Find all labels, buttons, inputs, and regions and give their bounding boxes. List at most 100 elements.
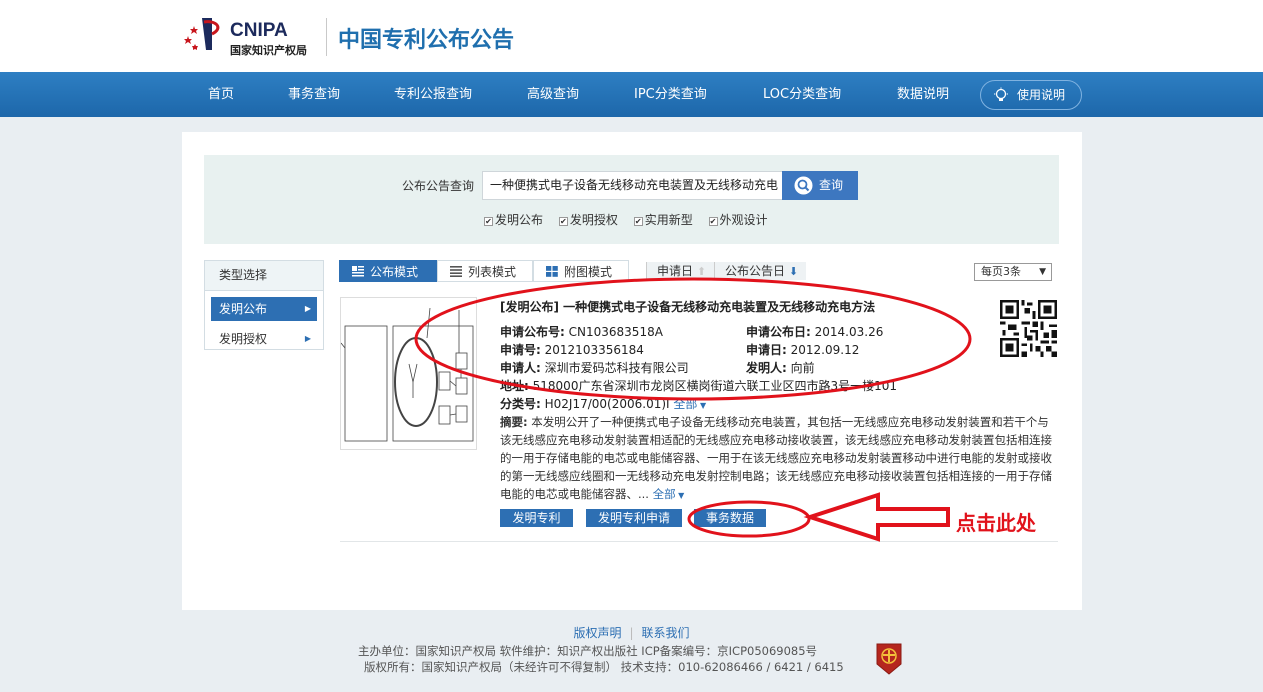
- per-page-select[interactable]: 每页3条 ▼: [974, 263, 1052, 281]
- header-divider: [326, 18, 327, 56]
- app-date-field: 申请日: 2012.09.12: [746, 341, 859, 358]
- pub-date-field: 申请公布日: 2014.03.26: [746, 323, 883, 340]
- checkbox-utility-model[interactable]: ✔ 实用新型: [633, 211, 693, 228]
- classification-value: H02J17/00(2006.01)I: [544, 397, 670, 411]
- qr-code-icon[interactable]: [1000, 300, 1057, 357]
- search-icon: [794, 176, 813, 195]
- sort-by-publication-date[interactable]: 公布公告日 ⬇: [714, 262, 807, 280]
- search-input[interactable]: 一种便携式电子设备无线移动充电装置及无线移动充电: [482, 171, 783, 200]
- list-icon: [450, 266, 462, 277]
- app-date-value: 2012.09.12: [790, 343, 860, 357]
- result-title[interactable]: [发明公布] 一种便携式电子设备无线移动充电装置及无线移动充电方法: [500, 298, 875, 315]
- tab-publication-mode[interactable]: 公布模式: [339, 260, 437, 282]
- arrow-up-icon: ⬆: [696, 265, 707, 278]
- help-label: 使用说明: [1017, 88, 1066, 102]
- nav-ipc-query[interactable]: IPC分类查询: [634, 72, 707, 117]
- field-label: 申请日:: [746, 343, 787, 357]
- more-label: 全部: [673, 397, 698, 411]
- nav-home[interactable]: 首页: [208, 72, 234, 117]
- patent-drawing-image: [340, 307, 474, 442]
- sort-by-application-date[interactable]: 申请日 ⬆: [646, 262, 715, 280]
- address-field: 地址: 518000广东省深圳市龙岗区横岗街道六联工业区四市路3号一楼101: [500, 377, 897, 394]
- field-label: 申请人:: [500, 361, 541, 375]
- field-label: 地址:: [500, 379, 529, 393]
- checkbox-invention-grant[interactable]: ✔ 发明授权: [558, 211, 618, 228]
- footer-link-separator: |: [629, 626, 634, 640]
- grid-icon: [546, 266, 558, 277]
- top-header: CNIPA 国家知识产权局 中国专利公布公告: [0, 0, 1263, 72]
- per-page-value: 每页3条: [981, 265, 1021, 278]
- help-button[interactable]: 使用说明: [980, 80, 1082, 110]
- result-divider: [340, 541, 1058, 542]
- field-label: 申请号:: [500, 343, 541, 357]
- invention-patent-button[interactable]: 发明专利: [500, 509, 573, 527]
- inventor-field: 发明人: 向前: [746, 359, 815, 376]
- more-label: 全部: [652, 487, 676, 501]
- tab-list-mode[interactable]: 列表模式: [437, 260, 533, 282]
- checkbox-label: 外观设计: [719, 213, 768, 227]
- checkbox-invention-publication[interactable]: ✔ 发明公布: [484, 211, 543, 228]
- nav-gazette-query[interactable]: 专利公报查询: [394, 72, 472, 117]
- patent-drawing-thumbnail[interactable]: [340, 297, 477, 450]
- dropdown-arrow-icon: ▼: [1039, 267, 1046, 277]
- tab-figure-mode[interactable]: 附图模式: [533, 260, 629, 282]
- government-site-badge-icon[interactable]: [874, 642, 904, 676]
- nav-data-description[interactable]: 数据说明: [897, 72, 949, 117]
- site-title[interactable]: 中国专利公布公告: [338, 22, 514, 54]
- sidebar-item-label: 发明授权: [219, 332, 268, 346]
- applicant-field: 申请人: 深圳市爱码芯科技有限公司: [500, 359, 689, 376]
- search-button[interactable]: 查询: [782, 171, 858, 200]
- checkbox-label: 发明授权: [569, 213, 618, 227]
- main-content: 公布公告查询 一种便携式电子设备无线移动充电装置及无线移动充电 查询 ✔ 发明公布…: [182, 132, 1082, 610]
- footer-link-copyright[interactable]: 版权声明: [573, 626, 621, 640]
- type-sidebar: 类型选择 发明公布 ▶ 发明授权 ▶: [204, 260, 324, 350]
- abstract-text: 本发明公开了一种便携式电子设备无线移动充电装置，其包括一无线感应充电移动发射装置…: [500, 415, 1052, 501]
- tab-label: 公布模式: [370, 265, 419, 279]
- footer-sponsor-line: 主办单位：国家知识产权局 软件维护：知识产权出版社 ICP备案编号：京ICP05…: [358, 644, 818, 658]
- pub-no-field: 申请公布号: CN103683518A: [500, 323, 663, 340]
- checkbox-label: 发明公布: [495, 213, 544, 227]
- tab-label: 附图模式: [564, 265, 613, 279]
- checkbox-checked-icon: ✔: [484, 217, 493, 226]
- affairs-data-button[interactable]: 事务数据: [694, 509, 766, 527]
- tab-label: 列表模式: [468, 265, 517, 279]
- caret-down-icon: ▼: [675, 491, 685, 500]
- lightbulb-icon: [994, 87, 1008, 101]
- search-panel: 公布公告查询 一种便携式电子设备无线移动充电装置及无线移动充电 查询 ✔ 发明公布…: [204, 155, 1059, 244]
- nav-loc-query[interactable]: LOC分类查询: [763, 72, 841, 117]
- sidebar-title: 类型选择: [205, 261, 323, 291]
- arrow-down-icon: ⬇: [788, 265, 799, 278]
- logo-cnipa-text: CNIPA: [230, 20, 288, 41]
- logo-org-text: 国家知识产权局: [230, 44, 307, 57]
- sidebar-item-invention-grant[interactable]: 发明授权 ▶: [211, 327, 317, 351]
- app-no-field: 申请号: 2012103356184: [500, 341, 644, 358]
- field-label: 申请公布号:: [500, 325, 565, 339]
- checkbox-label: 实用新型: [644, 213, 693, 227]
- sidebar-item-invention-publication[interactable]: 发明公布 ▶: [211, 297, 317, 321]
- inventor-value: 向前: [790, 361, 815, 375]
- applicant-value: 深圳市爱码芯科技有限公司: [544, 361, 689, 375]
- pub-date-value: 2014.03.26: [814, 325, 884, 339]
- sort-label: 申请日: [657, 264, 694, 278]
- abstract-more-link[interactable]: 全部 ▼: [653, 487, 685, 501]
- classification-field: 分类号: H02J17/00(2006.01)I 全部 ▼: [500, 395, 706, 412]
- address-value: 518000广东省深圳市龙岗区横岗街道六联工业区四市路3号一楼101: [532, 379, 897, 393]
- footer-links: 版权声明 | 联系我们: [0, 624, 1263, 641]
- abstract-block: 摘要: 本发明公开了一种便携式电子设备无线移动充电装置，其包括一无线感应充电移动…: [500, 413, 1055, 505]
- search-button-label: 查询: [819, 178, 844, 192]
- field-label: 发明人:: [746, 361, 787, 375]
- caret-down-icon: ▼: [697, 401, 707, 410]
- classification-more-link[interactable]: 全部 ▼: [673, 397, 706, 411]
- footer-link-contact[interactable]: 联系我们: [642, 626, 690, 640]
- cnipa-logo[interactable]: CNIPA 国家知识产权局: [182, 14, 322, 58]
- chevron-right-icon: ▶: [304, 304, 311, 313]
- footer-rights-line: 版权所有：国家知识产权局（未经许可不得复制） 技术支持：010-62086466…: [364, 660, 844, 674]
- nav-advanced-query[interactable]: 高级查询: [527, 72, 579, 117]
- checkbox-design[interactable]: ✔ 外观设计: [708, 211, 768, 228]
- field-label: 申请公布日:: [746, 325, 811, 339]
- invention-application-button[interactable]: 发明专利申请: [586, 509, 682, 527]
- nav-affairs-query[interactable]: 事务查询: [288, 72, 340, 117]
- checkbox-checked-icon: ✔: [558, 217, 568, 226]
- abstract-label: 摘要:: [500, 415, 528, 429]
- sidebar-item-label: 发明公布: [219, 302, 268, 316]
